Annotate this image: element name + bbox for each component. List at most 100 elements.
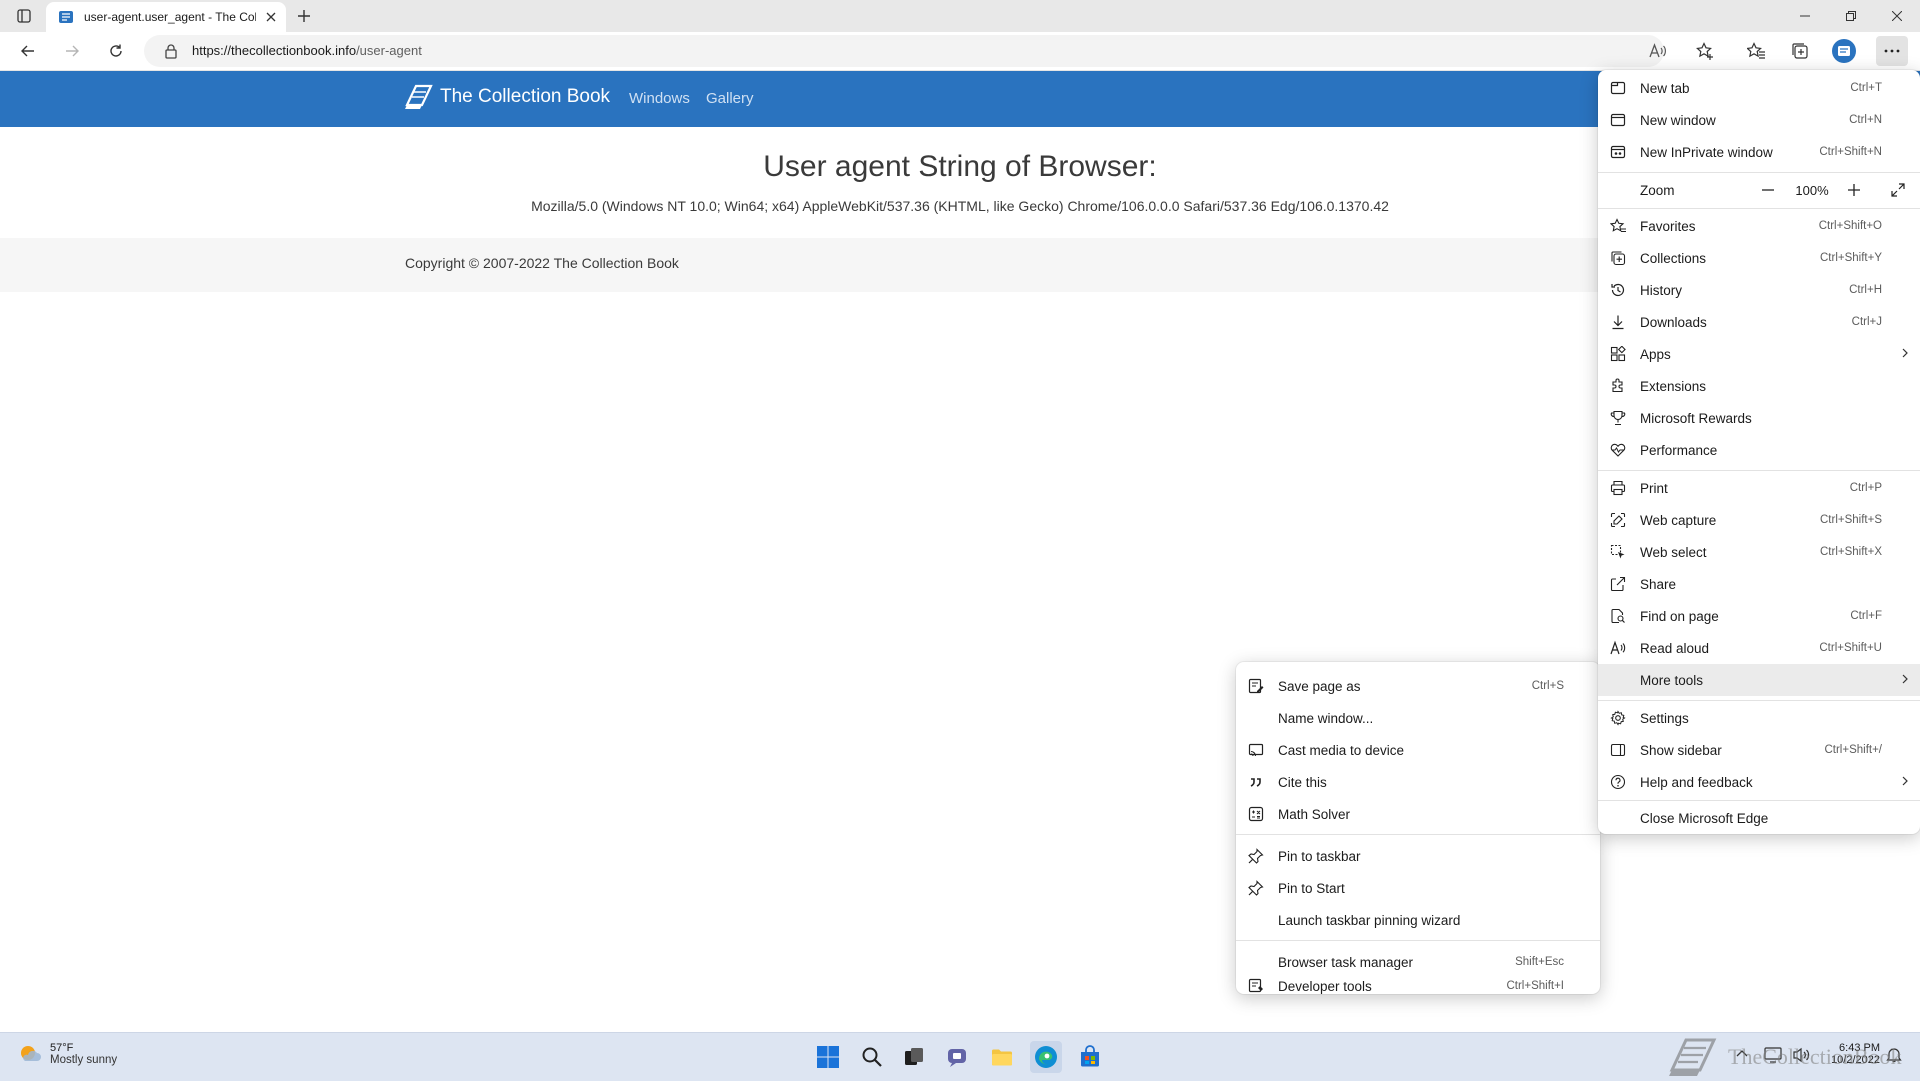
menu-item-read-aloud[interactable]: Read aloud Ctrl+Shift+U [1598, 632, 1920, 664]
menu-item-extensions[interactable]: Extensions [1598, 370, 1920, 402]
new-tab-button[interactable] [292, 5, 316, 27]
menu-item-collections[interactable]: Collections Ctrl+Shift+Y [1598, 242, 1920, 274]
menu-item-history[interactable]: History Ctrl+H [1598, 274, 1920, 306]
task-view-button[interactable] [898, 1041, 930, 1073]
collections-button[interactable] [1784, 36, 1816, 66]
menu-item-print[interactable]: Print Ctrl+P [1598, 472, 1920, 504]
performance-heart-icon [1610, 443, 1626, 457]
brand-link[interactable]: The Collection Book [404, 83, 610, 111]
read-aloud-button[interactable] [1642, 36, 1674, 66]
plus-icon [298, 10, 310, 22]
menu-item-more-tools[interactable]: More tools [1598, 664, 1920, 696]
tab-actions-button[interactable] [10, 5, 38, 27]
nav-link-gallery[interactable]: Gallery [706, 90, 754, 107]
nav-link-windows[interactable]: Windows [629, 90, 690, 107]
search-icon [862, 1047, 882, 1067]
history-icon [1611, 283, 1625, 297]
menu-item-apps[interactable]: Apps [1598, 338, 1920, 370]
book-watermark-icon [1669, 1038, 1717, 1076]
menu-shortcut: Ctrl+Shift+U [1819, 642, 1882, 654]
menu-label: Save page as [1278, 678, 1361, 694]
back-button[interactable] [12, 36, 44, 66]
menu-item-name-window[interactable]: Name window... [1236, 702, 1600, 734]
menu-shortcut: Ctrl+Shift+/ [1824, 744, 1882, 756]
menu-label: Settings [1640, 710, 1689, 726]
edge-logo-icon [1035, 1046, 1057, 1068]
menu-label: Print [1640, 480, 1668, 496]
menu-shortcut: Ctrl+N [1849, 114, 1882, 126]
menu-item-find-on-page[interactable]: Find on page Ctrl+F [1598, 600, 1920, 632]
tab-close-icon[interactable] [262, 8, 280, 26]
url-text[interactable]: https://thecollectionbook.info/user-agen… [192, 43, 422, 58]
menu-item-pinning-wizard[interactable]: Launch taskbar pinning wizard [1236, 904, 1600, 936]
chat-icon [948, 1049, 966, 1067]
minimize-button[interactable] [1782, 0, 1828, 32]
menu-shortcut: Ctrl+J [1851, 316, 1882, 328]
menu-item-new-window[interactable]: New window Ctrl+N [1598, 104, 1920, 136]
profile-button[interactable] [1828, 36, 1860, 66]
active-tab[interactable]: user-agent.user_agent - The Coll [46, 2, 286, 32]
edge-taskbar-button[interactable] [1030, 1041, 1062, 1073]
menu-item-favorites[interactable]: Favorites Ctrl+Shift+O [1598, 210, 1920, 242]
menu-item-pin-to-taskbar[interactable]: Pin to taskbar [1236, 840, 1600, 872]
close-window-button[interactable] [1874, 0, 1920, 32]
add-favorite-button[interactable] [1689, 36, 1721, 66]
menu-separator [1598, 700, 1920, 701]
menu-item-microsoft-rewards[interactable]: Microsoft Rewards [1598, 402, 1920, 434]
menu-item-performance[interactable]: Performance [1598, 434, 1920, 466]
chevron-right-icon [1902, 348, 1908, 358]
weather-widget[interactable]: 57°F Mostly sunny [16, 1041, 117, 1067]
restore-button[interactable] [1828, 0, 1874, 32]
cast-icon [1248, 743, 1264, 757]
menu-item-cite-this[interactable]: Cite this [1236, 766, 1600, 798]
menu-shortcut: Ctrl+F [1850, 610, 1882, 622]
menu-separator [1598, 172, 1920, 173]
menu-item-pin-to-start[interactable]: Pin to Start [1236, 872, 1600, 904]
web-select-icon [1610, 544, 1625, 559]
menu-label: Collections [1640, 250, 1707, 266]
menu-item-downloads[interactable]: Downloads Ctrl+J [1598, 306, 1920, 338]
menu-label: Zoom [1640, 182, 1675, 198]
favorites-button[interactable] [1740, 36, 1772, 66]
menu-item-browser-task-manager[interactable]: Browser task manager Shift+Esc [1236, 946, 1600, 978]
menu-item-settings[interactable]: Settings [1598, 702, 1920, 734]
menu-label: Close Microsoft Edge [1640, 810, 1769, 826]
taskbar-search-button[interactable] [856, 1041, 888, 1073]
sidebar-icon [1610, 743, 1626, 757]
settings-and-more-button[interactable] [1876, 36, 1908, 66]
lock-icon[interactable] [164, 43, 178, 59]
microsoft-store-button[interactable] [1074, 1041, 1106, 1073]
plus-icon [1848, 184, 1860, 196]
menu-shortcut: Ctrl+H [1849, 284, 1882, 296]
menu-item-math-solver[interactable]: Math Solver [1236, 798, 1600, 830]
full-screen-button[interactable] [1884, 176, 1912, 204]
share-icon [1610, 576, 1626, 592]
menu-shortcut: Ctrl+Shift+O [1818, 220, 1882, 232]
menu-item-web-select[interactable]: Web select Ctrl+Shift+X [1598, 536, 1920, 568]
menu-item-new-inprivate-window[interactable]: New InPrivate window Ctrl+Shift+N [1598, 136, 1920, 168]
menu-item-share[interactable]: Share [1598, 568, 1920, 600]
menu-item-web-capture[interactable]: Web capture Ctrl+Shift+S [1598, 504, 1920, 536]
tab-actions-icon [17, 9, 31, 23]
menu-label: Pin to Start [1278, 880, 1345, 896]
web-capture-icon [1610, 512, 1626, 528]
menu-label: New tab [1640, 80, 1690, 96]
menu-item-help-and-feedback[interactable]: Help and feedback [1598, 766, 1920, 798]
teams-chat-button[interactable] [942, 1041, 974, 1073]
start-button[interactable] [812, 1041, 844, 1073]
menu-item-cast-media[interactable]: Cast media to device [1236, 734, 1600, 766]
menu-item-show-sidebar[interactable]: Show sidebar Ctrl+Shift+/ [1598, 734, 1920, 766]
watermark-text: TheCollectionBook [1728, 1044, 1902, 1069]
tab-title: user-agent.user_agent - The Coll [84, 10, 256, 24]
menu-item-save-page-as[interactable]: Save page as Ctrl+S [1236, 670, 1600, 702]
menu-shortcut: Ctrl+Shift+X [1820, 546, 1882, 558]
menu-item-close-microsoft-edge[interactable]: Close Microsoft Edge [1598, 802, 1920, 834]
menu-item-new-tab[interactable]: New tab Ctrl+T [1598, 72, 1920, 104]
menu-item-developer-tools[interactable]: Developer tools Ctrl+Shift+I [1236, 978, 1600, 994]
zoom-out-button[interactable] [1754, 176, 1782, 204]
address-bar[interactable]: https://thecollectionbook.info/user-agen… [144, 35, 1666, 67]
refresh-button[interactable] [100, 36, 132, 66]
file-explorer-button[interactable] [986, 1041, 1018, 1073]
zoom-in-button[interactable] [1840, 176, 1868, 204]
forward-button[interactable] [56, 36, 88, 66]
